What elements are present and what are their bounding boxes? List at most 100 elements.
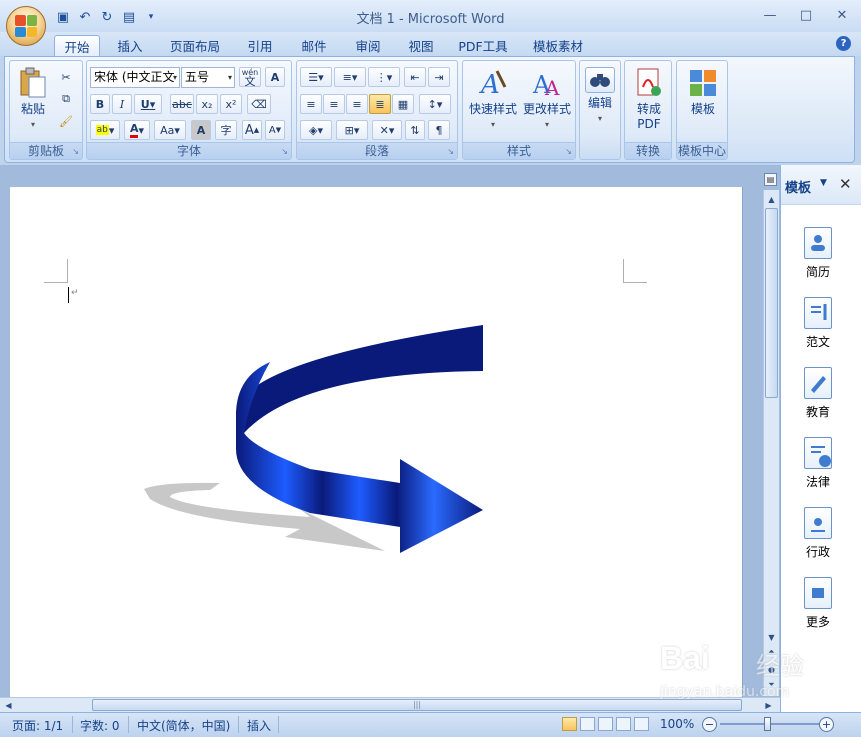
zoom-in-icon[interactable]: +: [819, 717, 834, 732]
horizontal-scroll-thumb[interactable]: |||: [92, 699, 742, 711]
tab-review[interactable]: 审阅: [346, 35, 390, 56]
tab-pdf-tools[interactable]: PDF工具: [452, 35, 514, 56]
tab-insert[interactable]: 插入: [108, 35, 152, 56]
align-right-button[interactable]: ≡: [346, 94, 368, 114]
help-icon[interactable]: ?: [836, 36, 851, 51]
paragraph-mark: ↵: [71, 288, 79, 298]
page-count[interactable]: 页面: 1/1: [12, 717, 63, 734]
zoom-slider-thumb[interactable]: [764, 717, 771, 731]
quick-styles-label: 快速样式: [468, 102, 517, 116]
pane-item-resume[interactable]: 简历: [797, 227, 839, 280]
cut-icon[interactable]: ✂: [56, 67, 76, 87]
decrease-indent-button[interactable]: ⇤: [404, 67, 426, 87]
quick-styles-icon: A: [477, 67, 509, 99]
font-color-button[interactable]: A ▾: [124, 120, 150, 140]
enclose-chars-button[interactable]: 字: [215, 120, 237, 140]
tab-mailings[interactable]: 邮件: [292, 35, 336, 56]
print-layout-view-icon[interactable]: [562, 717, 577, 731]
phonetic-guide-button[interactable]: wén 文: [239, 67, 261, 87]
paste-icon: [17, 67, 49, 99]
tab-page-layout[interactable]: 页面布局: [162, 35, 228, 56]
pane-dropdown-icon[interactable]: ▼: [820, 178, 827, 188]
word-count[interactable]: 字数: 0: [80, 717, 120, 734]
format-painter-icon[interactable]: 🖌: [56, 111, 76, 131]
sort-button[interactable]: ⇅: [405, 120, 425, 140]
show-marks-button[interactable]: ¶: [428, 120, 450, 140]
italic-button[interactable]: I: [112, 94, 132, 114]
styles-group: A 快速样式 ▾ AA 更改样式 ▾ 样式 ↘: [462, 60, 576, 160]
draft-view-icon[interactable]: [634, 717, 649, 731]
paragraph-launcher-icon[interactable]: ↘: [447, 147, 454, 156]
paragraph-group: ☰▾ ≡▾ ⋮▾ ⇤ ⇥ ≡ ≡ ≡ ≣ ▦ ↕▾ ◈▾ ⊞▾ ✕▾ ⇅ ¶ 段…: [296, 60, 458, 160]
shrink-font-button[interactable]: A ▼: [265, 120, 285, 140]
bullets-button[interactable]: ☰▾: [300, 67, 332, 87]
zoom-level[interactable]: 100%: [660, 717, 694, 731]
shading-button[interactable]: ◈▾: [300, 120, 332, 140]
styles-launcher-icon[interactable]: ↘: [565, 147, 572, 156]
font-size-select[interactable]: 五号 ▾: [181, 67, 235, 88]
office-button[interactable]: [6, 6, 46, 46]
tab-template-materials[interactable]: 模板素材: [524, 35, 592, 56]
full-screen-reading-icon[interactable]: [580, 717, 595, 731]
justify-button[interactable]: ≣: [369, 94, 391, 114]
numbering-button[interactable]: ≡▾: [334, 67, 366, 87]
bold-button[interactable]: B: [90, 94, 110, 114]
align-center-button[interactable]: ≡: [323, 94, 345, 114]
change-case-button[interactable]: Aa ▾: [154, 120, 186, 140]
title-bar: ▣ ↶ ↻ ▤ ▾ 文档 1 - Microsoft Word — □ ✕: [0, 0, 861, 32]
grow-font-button[interactable]: A ▲: [242, 120, 262, 140]
language-indicator[interactable]: 中文(简体，中国): [137, 717, 230, 734]
subscript-button[interactable]: x₂: [196, 94, 218, 114]
template-center-group-label: 模板中心: [677, 142, 727, 159]
pane-item-more[interactable]: 更多: [797, 577, 839, 630]
scroll-up-icon[interactable]: ▲: [765, 192, 778, 206]
chinese-layout-button[interactable]: ✕▾: [372, 120, 402, 140]
template-task-pane: 模板 ▼ ✕ 简历 范文 教育 法律 行政 更多: [780, 165, 861, 712]
convert-to-pdf-button[interactable]: 转成 PDF: [629, 67, 669, 132]
copy-icon[interactable]: ⧉: [56, 89, 76, 109]
char-shading-button[interactable]: A: [191, 120, 211, 140]
pane-close-icon[interactable]: ✕: [839, 175, 852, 193]
editing-button[interactable]: 编辑 ▾: [582, 67, 618, 126]
multilevel-list-button[interactable]: ⋮▾: [368, 67, 400, 87]
ruler-toggle-icon[interactable]: ▤: [764, 173, 777, 186]
pane-item-admin[interactable]: 行政: [797, 507, 839, 560]
maximize-button[interactable]: □: [797, 6, 815, 24]
web-layout-icon[interactable]: [598, 717, 613, 731]
tab-references[interactable]: 引用: [238, 35, 282, 56]
pane-item-law[interactable]: 法律: [797, 437, 839, 490]
minimize-button[interactable]: —: [761, 6, 779, 24]
pane-item-sample-essay[interactable]: 范文: [797, 297, 839, 350]
change-styles-icon: AA: [531, 67, 563, 99]
font-name-select[interactable]: 宋体 (中文正文 ▾: [90, 67, 180, 88]
clipboard-launcher-icon[interactable]: ↘: [72, 147, 79, 156]
borders-button[interactable]: ⊞▾: [336, 120, 368, 140]
increase-indent-button[interactable]: ⇥: [428, 67, 450, 87]
vertical-scroll-thumb[interactable]: [765, 208, 778, 398]
vertical-scrollbar[interactable]: ▲ ▼ ⏶ ● ⏷: [763, 190, 779, 696]
scroll-left-icon[interactable]: ◀: [2, 698, 15, 712]
strikethrough-button[interactable]: abc: [170, 94, 194, 114]
insert-mode-indicator[interactable]: 插入: [247, 717, 271, 734]
template-button[interactable]: 模板: [683, 67, 723, 117]
highlight-button[interactable]: ab ▾: [90, 120, 120, 140]
line-spacing-button[interactable]: ↕▾: [419, 94, 451, 114]
align-left-button[interactable]: ≡: [300, 94, 322, 114]
tab-view[interactable]: 视图: [399, 35, 443, 56]
char-border-button[interactable]: A: [265, 67, 285, 87]
curved-arrow-shape[interactable]: [10, 187, 743, 697]
paste-button[interactable]: 粘贴 ▾: [16, 67, 50, 132]
clear-formatting-icon[interactable]: ⌫: [247, 94, 271, 114]
font-launcher-icon[interactable]: ↘: [281, 147, 288, 156]
zoom-out-icon[interactable]: −: [702, 717, 717, 732]
pane-item-education[interactable]: 教育: [797, 367, 839, 420]
underline-button[interactable]: U ▾: [134, 94, 162, 114]
superscript-button[interactable]: x²: [220, 94, 242, 114]
outline-view-icon[interactable]: [616, 717, 631, 731]
tab-home[interactable]: 开始: [54, 35, 100, 56]
change-styles-button[interactable]: AA 更改样式 ▾: [521, 67, 573, 132]
close-button[interactable]: ✕: [833, 6, 851, 24]
distributed-button[interactable]: ▦: [392, 94, 414, 114]
document-page[interactable]: ↵: [10, 187, 743, 697]
quick-styles-button[interactable]: A 快速样式 ▾: [467, 67, 519, 132]
